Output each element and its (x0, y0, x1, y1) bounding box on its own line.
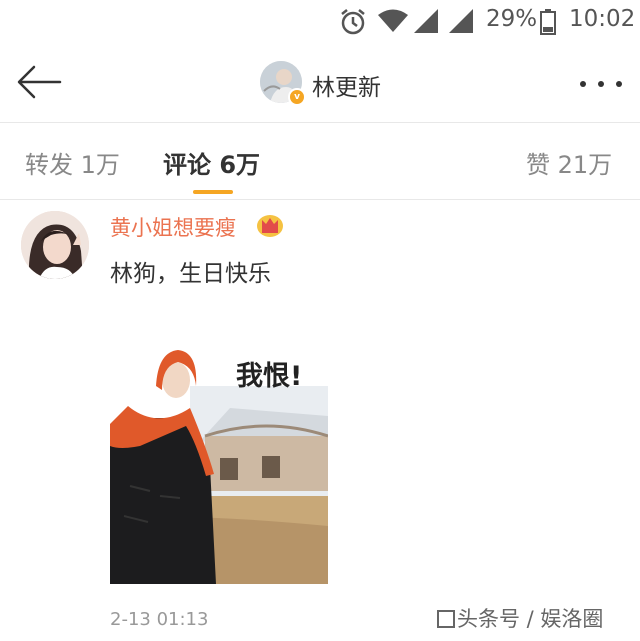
comment-timestamp: 2-13 01:13 (110, 609, 209, 630)
divider (0, 199, 640, 200)
battery-icon (540, 9, 556, 35)
tab-comment[interactable]: 评论 6万 (163, 145, 260, 180)
tab-bar: 转发 1万 评论 6万 赞 21万 (0, 123, 640, 199)
commenter-avatar[interactable] (21, 211, 89, 279)
more-button[interactable] (578, 77, 624, 91)
image-caption: 我恨! (236, 361, 303, 392)
tab-like[interactable]: 赞 21万 (526, 145, 612, 180)
tab-repost[interactable]: 转发 1万 (25, 145, 120, 180)
status-bar: 29% 10:02 (0, 0, 640, 44)
tab-active-indicator (193, 190, 233, 194)
back-arrow-icon (17, 65, 62, 99)
comment-text: 林狗，生日快乐 (110, 261, 271, 287)
more-icon (598, 81, 604, 87)
commenter-name[interactable]: 黄小姐想要瘦 (110, 212, 236, 242)
comment-image[interactable]: 我恨! (110, 346, 328, 584)
battery-percent: 29% (486, 6, 538, 32)
watermark-icon (437, 610, 455, 628)
more-icon (580, 81, 586, 87)
verified-badge: v (288, 88, 306, 106)
commenter-photo (21, 211, 89, 279)
crown-icon (257, 215, 283, 237)
watermark-text: 头条号 / 娱洛圈 (457, 607, 604, 631)
watermark: 头条号 / 娱洛圈 (437, 603, 603, 633)
title-bar: v 林更新 (0, 44, 640, 122)
page-title: 林更新 (312, 75, 381, 101)
more-icon (616, 81, 622, 87)
back-button[interactable] (14, 62, 64, 102)
clock-time: 10:02 (569, 6, 636, 32)
signal-icon (449, 9, 473, 33)
signal-icon (414, 9, 438, 33)
alarm-icon (341, 9, 365, 35)
wifi-icon (378, 9, 408, 32)
